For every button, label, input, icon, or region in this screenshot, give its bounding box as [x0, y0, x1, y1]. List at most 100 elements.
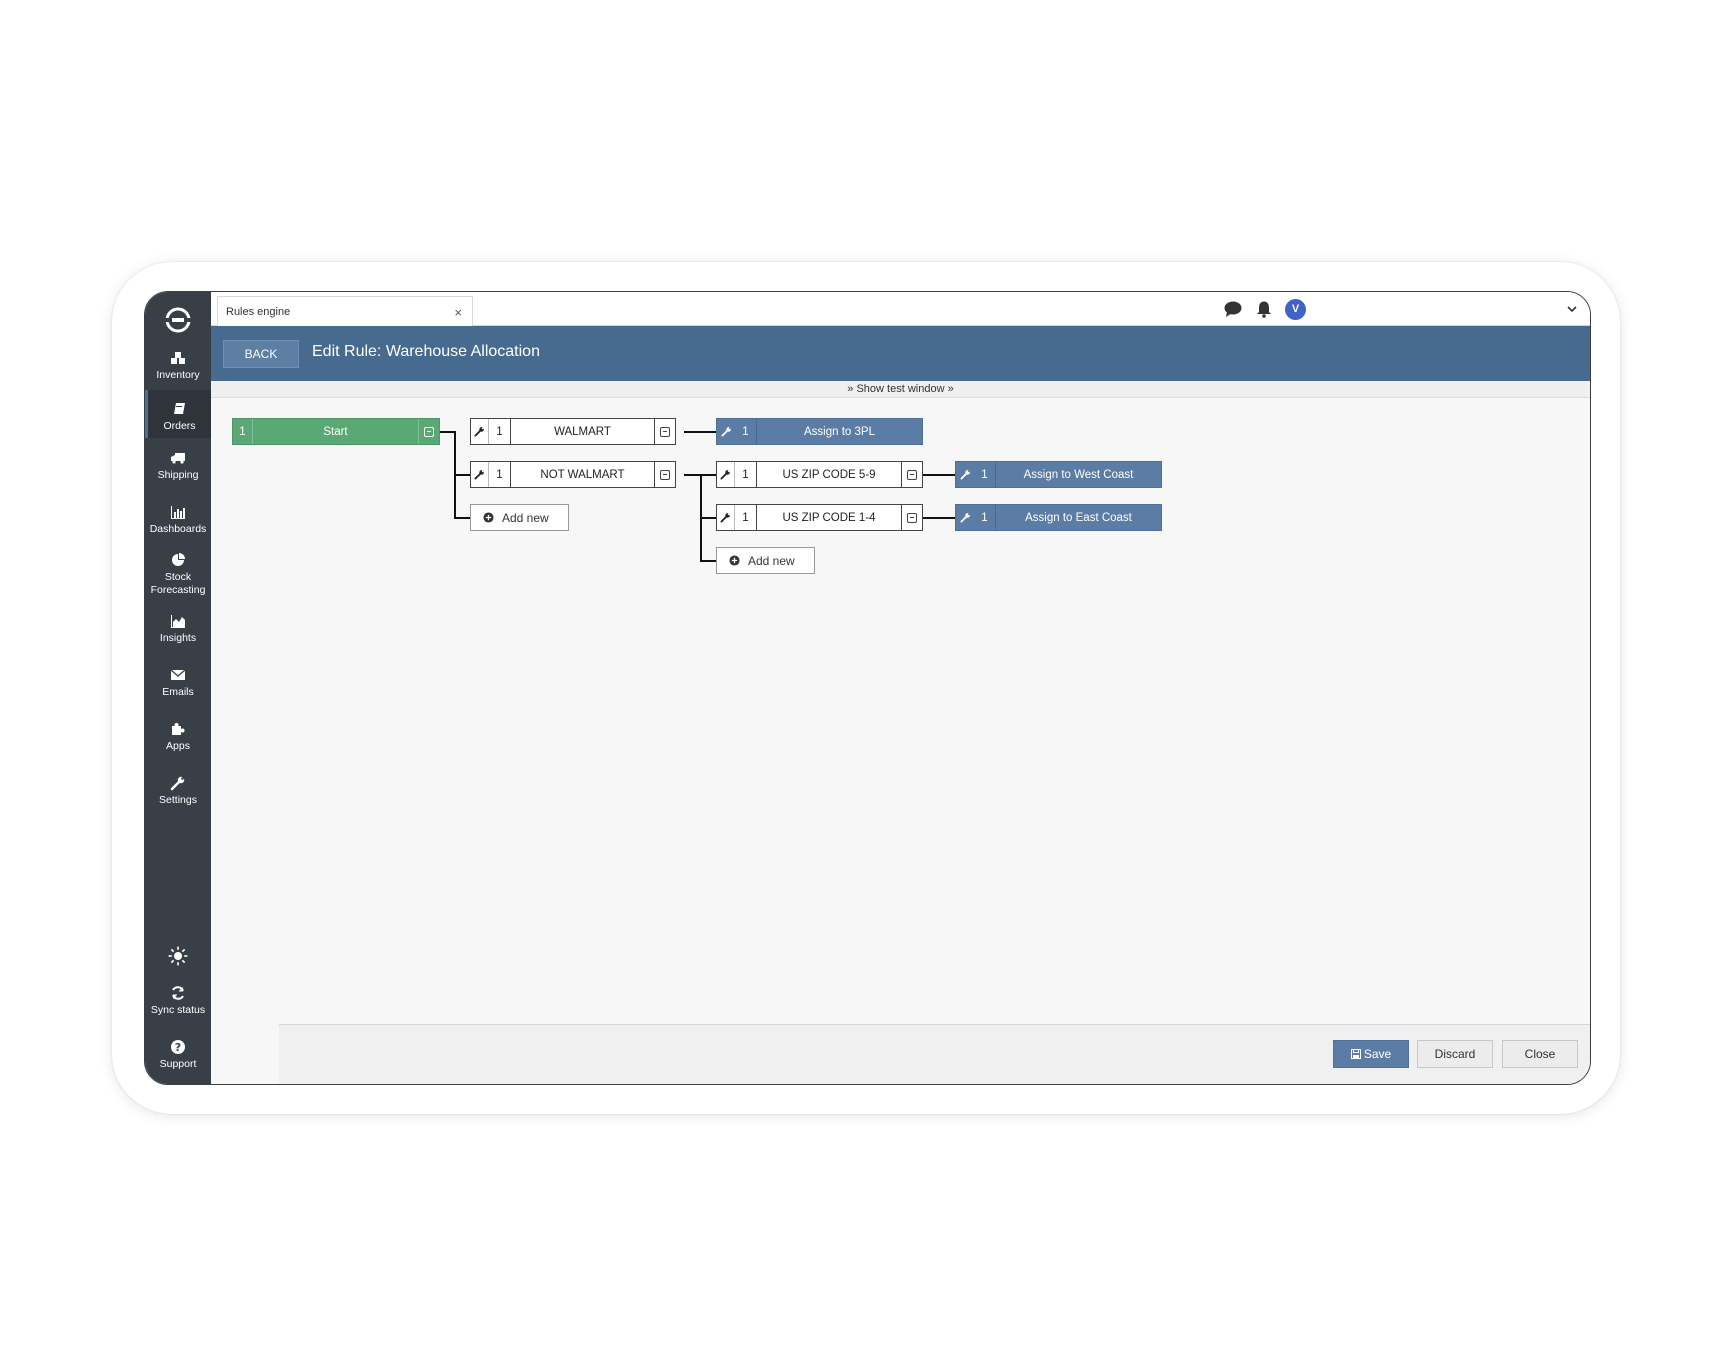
discard-button[interactable]: Discard	[1417, 1040, 1493, 1068]
wrench-icon	[170, 776, 185, 791]
condition-node-walmart[interactable]: 1 WALMART	[470, 418, 676, 445]
svg-text:?: ?	[175, 1041, 181, 1054]
logo-icon	[163, 307, 193, 333]
condition-node-zip-5-9[interactable]: 1 US ZIP CODE 5-9	[716, 461, 923, 488]
floppy-disk-icon	[1350, 1049, 1361, 1059]
connector	[684, 431, 716, 433]
sidebar-item-settings[interactable]: Settings	[145, 775, 211, 807]
node-number: 1	[489, 462, 511, 487]
back-button[interactable]: BACK	[223, 340, 299, 368]
sidebar-item-apps[interactable]: Apps	[145, 721, 211, 753]
edit-rule-button[interactable]	[717, 462, 735, 487]
double-chevron-down-icon: »	[847, 383, 854, 395]
sun-icon	[168, 946, 188, 966]
sidebar-item-support[interactable]: ? Support	[145, 1039, 211, 1071]
sidebar: Inventory Orders Shipping Dashboards Sto…	[145, 292, 211, 1084]
rule-tree-canvas: 1 Start 1 WALMART 1 NOT WALMART Add new …	[211, 398, 1590, 1024]
edit-rule-button[interactable]	[471, 419, 489, 444]
connector	[454, 517, 470, 519]
node-number: 1	[735, 419, 757, 444]
truck-icon	[171, 453, 185, 464]
edit-action-button[interactable]	[956, 505, 974, 530]
action-node-assign-east-coast[interactable]: 1 Assign to East Coast	[955, 504, 1162, 531]
sidebar-item-inventory[interactable]: Inventory	[145, 350, 211, 382]
sidebar-item-label: Insights	[159, 632, 197, 644]
sidebar-item-shipping[interactable]: Shipping	[145, 450, 211, 482]
plus-circle-icon	[483, 512, 494, 523]
chat-icon[interactable]	[1223, 300, 1243, 318]
plus-circle-icon	[729, 555, 740, 566]
node-label: Assign to East Coast	[1025, 511, 1132, 524]
app-screen: Inventory Orders Shipping Dashboards Sto…	[144, 291, 1591, 1085]
footer-bar: Save Discard Close	[279, 1024, 1590, 1084]
edit-rule-button[interactable]	[471, 462, 489, 487]
collapse-button[interactable]	[902, 505, 922, 530]
wrench-icon	[959, 470, 970, 480]
page-title: Edit Rule: Warehouse Allocation	[312, 343, 540, 360]
add-new-button[interactable]: Add new	[716, 547, 815, 574]
collapse-button[interactable]	[902, 462, 922, 487]
show-test-window-toggle[interactable]: » Show test window »	[211, 381, 1590, 398]
sidebar-item-label: Stock Forecasting	[150, 571, 206, 596]
avatar[interactable]: V	[1285, 298, 1306, 320]
collapse-icon	[907, 469, 917, 480]
connector	[700, 517, 716, 519]
connector	[439, 431, 455, 433]
sidebar-item-insights[interactable]: Insights	[145, 613, 211, 645]
sidebar-item-stock-forecasting[interactable]: Stock Forecasting	[145, 552, 211, 597]
bar-chart-icon	[171, 506, 185, 519]
wrench-icon	[959, 513, 970, 523]
sidebar-item-emails[interactable]: Emails	[145, 667, 211, 699]
edit-action-button[interactable]	[956, 462, 974, 487]
condition-node-zip-1-4[interactable]: 1 US ZIP CODE 1-4	[716, 504, 923, 531]
edit-rule-button[interactable]	[717, 505, 735, 530]
wrench-icon	[720, 513, 730, 523]
add-new-label: Add new	[502, 510, 549, 525]
sidebar-item-orders[interactable]: Orders	[145, 390, 211, 438]
save-button[interactable]: Save	[1333, 1040, 1409, 1068]
sidebar-item-label: Settings	[159, 794, 197, 806]
sidebar-item-label: Sync status	[150, 1004, 206, 1016]
cubes-icon	[171, 352, 185, 364]
collapse-icon	[660, 426, 670, 437]
start-node[interactable]: 1 Start	[232, 418, 440, 445]
node-label: US ZIP CODE 5-9	[757, 462, 902, 487]
condition-node-not-walmart[interactable]: 1 NOT WALMART	[470, 461, 676, 488]
sidebar-item-label: Support	[159, 1058, 197, 1070]
theme-toggle[interactable]	[145, 946, 211, 969]
action-node-assign-west-coast[interactable]: 1 Assign to West Coast	[955, 461, 1162, 488]
top-icons: V	[1223, 298, 1578, 320]
chevron-down-icon[interactable]	[1566, 304, 1578, 314]
add-new-label: Add new	[748, 553, 795, 568]
edit-action-button[interactable]	[717, 419, 735, 444]
sidebar-item-label: Apps	[166, 740, 190, 752]
save-label: Save	[1363, 1047, 1392, 1061]
sidebar-item-dashboards[interactable]: Dashboards	[145, 504, 211, 536]
collapse-button[interactable]	[655, 462, 675, 487]
node-label: Assign to 3PL	[804, 425, 875, 438]
node-number: 1	[233, 419, 253, 444]
puzzle-icon	[172, 723, 185, 735]
double-chevron-down-icon: »	[947, 383, 954, 395]
action-node-assign-3pl[interactable]: 1 Assign to 3PL	[716, 418, 923, 445]
node-number: 1	[974, 462, 996, 487]
collapse-button[interactable]	[419, 419, 439, 444]
sidebar-item-label: Orders	[163, 420, 196, 432]
sync-icon	[172, 986, 184, 1000]
connector	[923, 474, 955, 476]
tab-close-icon[interactable]: ×	[454, 305, 462, 320]
question-icon: ?	[171, 1040, 185, 1054]
add-new-button[interactable]: Add new	[470, 504, 569, 531]
close-button[interactable]: Close	[1502, 1040, 1578, 1068]
tab-rules-engine[interactable]: Rules engine ×	[217, 296, 473, 326]
collapse-icon	[424, 426, 434, 437]
wrench-icon	[474, 427, 484, 437]
collapse-button[interactable]	[655, 419, 675, 444]
envelope-icon	[170, 669, 186, 680]
sidebar-item-label: Dashboards	[149, 523, 207, 535]
bell-icon[interactable]	[1255, 300, 1273, 318]
node-number: 1	[735, 505, 757, 530]
node-number: 1	[489, 419, 511, 444]
area-chart-icon	[171, 615, 185, 628]
sidebar-item-sync-status[interactable]: Sync status	[145, 985, 211, 1017]
